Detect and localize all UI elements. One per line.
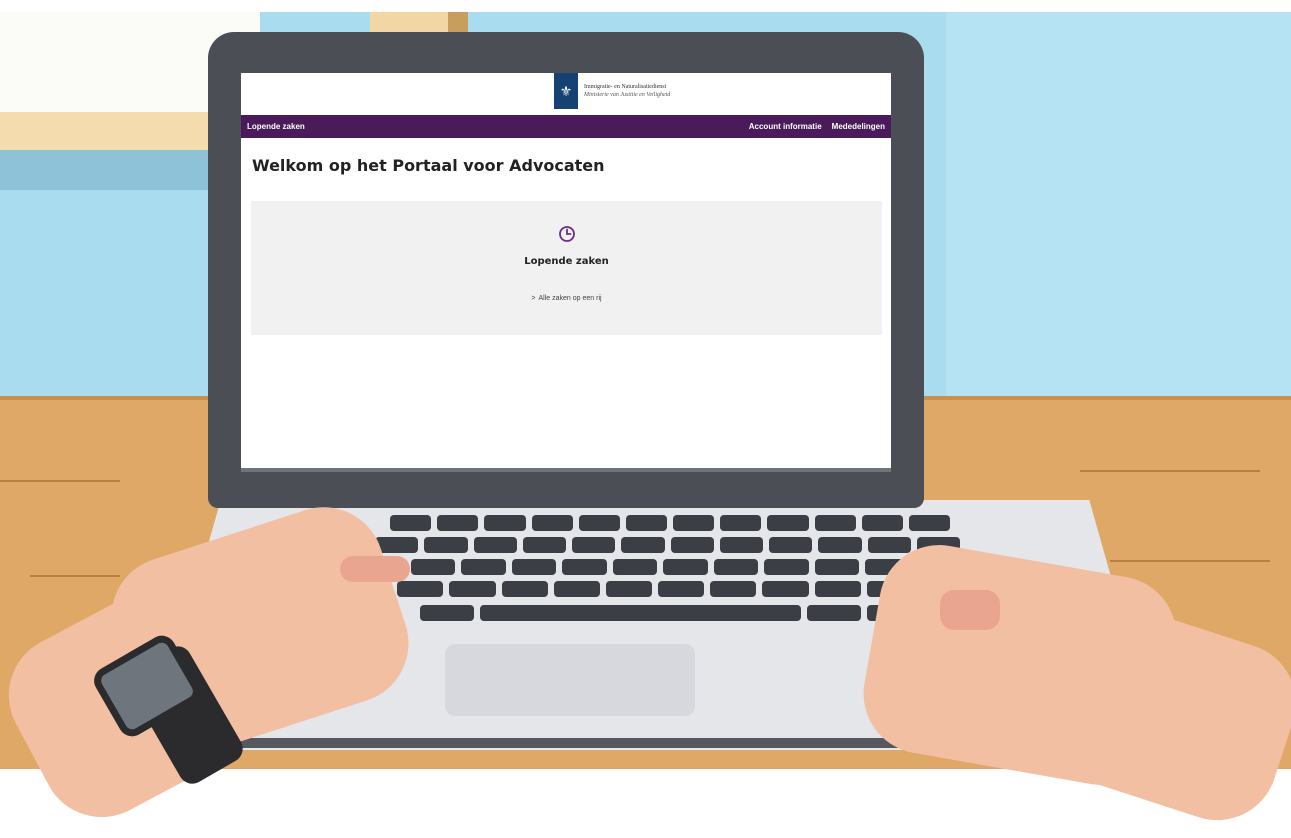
key [658, 581, 705, 597]
key [625, 515, 668, 531]
key [531, 515, 573, 531]
lopende-zaken-card: Lopende zaken > Alle zaken op een rij [251, 201, 882, 335]
top-margin [0, 0, 1291, 12]
background-shelf-shadow [0, 150, 240, 190]
desk-grain [1080, 470, 1260, 472]
left-finger [340, 556, 410, 582]
spacebar [479, 605, 802, 621]
site-header: ⚜ Immigratie- en Naturalisatiedienst Min… [241, 73, 891, 115]
key [861, 515, 903, 531]
key [572, 537, 616, 553]
key [767, 515, 809, 531]
desk-grain [30, 575, 120, 577]
org-name: Immigratie- en Naturalisatiedienst [584, 84, 667, 90]
crest-icon: ⚜ [554, 73, 578, 109]
page-title: Welkom op het Portaal voor Advocaten [252, 156, 605, 175]
key [621, 537, 665, 553]
key [562, 559, 607, 575]
desk-grain [0, 480, 120, 482]
key [437, 515, 479, 531]
key [713, 559, 758, 575]
key [720, 515, 762, 531]
key [410, 559, 455, 575]
nav-account-informatie[interactable]: Account informatie [749, 122, 822, 131]
ministry-name: Ministerie van Justitie en Veiligheid [584, 92, 671, 98]
key [762, 581, 809, 597]
key [814, 559, 859, 575]
right-finger [940, 590, 1000, 630]
chevron-right-icon: > [531, 295, 536, 302]
key-row [390, 515, 951, 531]
crest-symbol: ⚜ [559, 82, 573, 99]
key [390, 515, 432, 531]
key-row [375, 537, 960, 553]
key [397, 581, 444, 597]
clock-icon [558, 225, 576, 248]
key-row [345, 581, 966, 597]
key [612, 559, 657, 575]
key [501, 581, 548, 597]
key [764, 559, 809, 575]
nav-right-group: Account informatie Mededelingen [749, 122, 885, 131]
laptop-screen: ⚜ Immigratie- en Naturalisatiedienst Min… [241, 73, 891, 470]
alle-zaken-link-label: Alle zaken op een rij [538, 295, 602, 302]
nav-lopende-zaken[interactable]: Lopende zaken [247, 122, 305, 131]
key-row [360, 559, 960, 575]
key [814, 515, 856, 531]
key [769, 537, 813, 553]
key [663, 559, 708, 575]
key [473, 537, 517, 553]
key [553, 581, 600, 597]
background-shelf-band [0, 112, 240, 150]
key [908, 515, 951, 531]
key [814, 581, 861, 597]
alle-zaken-link[interactable]: > Alle zaken op een rij [251, 295, 882, 302]
key [449, 581, 496, 597]
screen-bottom-bezel [241, 468, 891, 472]
key [578, 515, 620, 531]
trackpad [445, 644, 695, 716]
nav-mededelingen[interactable]: Mededelingen [832, 122, 885, 131]
card-title: Lopende zaken [524, 256, 609, 267]
key [484, 515, 526, 531]
key [673, 515, 715, 531]
logo-text: Immigratie- en Naturalisatiedienst Minis… [584, 83, 670, 99]
key [605, 581, 653, 597]
main-navbar: Lopende zaken Account informatie Mededel… [241, 115, 891, 138]
key [511, 559, 556, 575]
ind-logo[interactable]: ⚜ Immigratie- en Naturalisatiedienst Min… [554, 73, 670, 109]
key [719, 537, 763, 553]
key [420, 605, 474, 621]
key [461, 559, 506, 575]
key [807, 605, 861, 621]
key [710, 581, 757, 597]
key [818, 537, 862, 553]
key [522, 537, 566, 553]
background-window [946, 12, 1291, 400]
desk-grain [1110, 560, 1270, 562]
key [424, 537, 468, 553]
key [670, 537, 714, 553]
key [867, 537, 911, 553]
